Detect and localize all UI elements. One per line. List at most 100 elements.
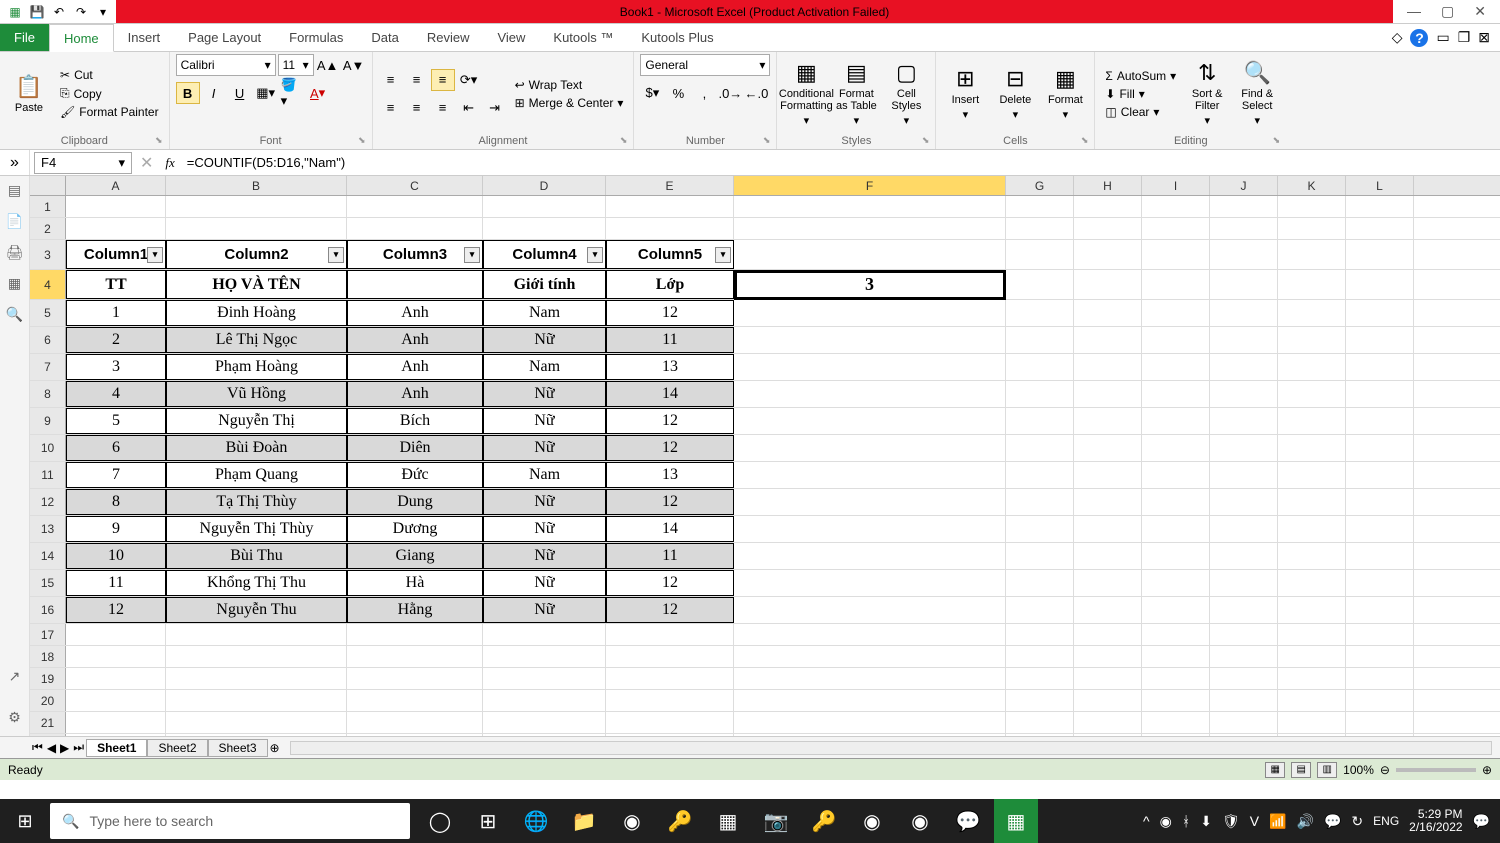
cell[interactable]: [1006, 712, 1074, 733]
increase-decimal-button[interactable]: .0→: [718, 82, 742, 104]
cell[interactable]: [1006, 489, 1074, 515]
cell[interactable]: Đinh Hoàng: [166, 300, 347, 326]
cell[interactable]: TT: [66, 270, 166, 299]
cell[interactable]: [166, 196, 347, 217]
cell[interactable]: [1006, 408, 1074, 434]
tab-view[interactable]: View: [483, 24, 539, 51]
cell[interactable]: [606, 734, 734, 736]
cell-styles-button[interactable]: ▢Cell Styles▾: [883, 59, 929, 129]
app-icon[interactable]: ◉: [850, 799, 894, 843]
cell[interactable]: [1346, 196, 1414, 217]
cell[interactable]: [1074, 690, 1142, 711]
cell[interactable]: [1142, 240, 1210, 269]
column-header-E[interactable]: E: [606, 176, 734, 195]
cell[interactable]: [1278, 270, 1346, 299]
cell[interactable]: [1074, 624, 1142, 645]
cell[interactable]: Nữ: [483, 327, 606, 353]
cell[interactable]: [1278, 218, 1346, 239]
cell[interactable]: [166, 690, 347, 711]
tab-formulas[interactable]: Formulas: [275, 24, 357, 51]
cell[interactable]: [347, 646, 483, 667]
cell[interactable]: 2: [66, 327, 166, 353]
cell[interactable]: [1278, 408, 1346, 434]
cell[interactable]: Nữ: [483, 408, 606, 434]
bluetooth-icon[interactable]: ᚼ: [1182, 813, 1190, 829]
cell[interactable]: [1278, 354, 1346, 380]
cell[interactable]: [1142, 327, 1210, 353]
cell[interactable]: [1346, 668, 1414, 689]
cell[interactable]: [483, 690, 606, 711]
cell[interactable]: [1346, 646, 1414, 667]
cell[interactable]: [1142, 354, 1210, 380]
cell[interactable]: [1278, 734, 1346, 736]
cell[interactable]: Giang: [347, 543, 483, 569]
cell[interactable]: [1006, 462, 1074, 488]
cell[interactable]: 4: [66, 381, 166, 407]
delete-cells-button[interactable]: ⊟Delete▾: [992, 59, 1038, 129]
cell[interactable]: [1074, 734, 1142, 736]
border-button[interactable]: ▦▾: [254, 82, 278, 104]
find-select-button[interactable]: 🔍Find & Select▾: [1234, 59, 1280, 129]
cell[interactable]: [1278, 381, 1346, 407]
cell[interactable]: [66, 196, 166, 217]
zoom-out-button[interactable]: ⊖: [1380, 763, 1390, 777]
side-expand-icon[interactable]: »: [0, 150, 30, 175]
row-header[interactable]: 7: [30, 354, 66, 380]
save-icon[interactable]: 💾: [28, 3, 46, 21]
cell[interactable]: 11: [606, 543, 734, 569]
tray-icon[interactable]: ◉: [1160, 813, 1172, 830]
cell[interactable]: [734, 300, 1006, 326]
cell[interactable]: [1346, 270, 1414, 299]
cell[interactable]: [1074, 668, 1142, 689]
undo-icon[interactable]: ↶: [50, 3, 68, 21]
cell[interactable]: [1006, 516, 1074, 542]
zoom-in-button[interactable]: ⊕: [1482, 763, 1492, 777]
cell[interactable]: [1346, 712, 1414, 733]
cell[interactable]: [347, 668, 483, 689]
cell[interactable]: [66, 624, 166, 645]
decrease-indent-button[interactable]: ⇤: [457, 97, 481, 119]
ribbon-restore-icon[interactable]: ❐: [1458, 29, 1471, 46]
view-layout-button[interactable]: ▤: [1291, 762, 1311, 778]
cortana-icon[interactable]: ◯: [418, 799, 462, 843]
cell[interactable]: [1074, 270, 1142, 299]
cell[interactable]: [1006, 218, 1074, 239]
cell[interactable]: Anh: [347, 381, 483, 407]
cell[interactable]: 12: [606, 489, 734, 515]
cell[interactable]: 1: [66, 300, 166, 326]
cell[interactable]: [1074, 516, 1142, 542]
tab-kutools[interactable]: Kutools ™: [539, 24, 627, 51]
cell[interactable]: [1006, 381, 1074, 407]
side-icon[interactable]: ▤: [8, 182, 21, 199]
cell[interactable]: 11: [606, 327, 734, 353]
cell[interactable]: [1278, 462, 1346, 488]
cell[interactable]: [1278, 712, 1346, 733]
align-right-button[interactable]: ≡: [431, 97, 455, 119]
column-header-D[interactable]: D: [483, 176, 606, 195]
cell[interactable]: [606, 196, 734, 217]
cell[interactable]: [1210, 570, 1278, 596]
cell[interactable]: Column4▾: [483, 240, 606, 269]
cell[interactable]: [1346, 543, 1414, 569]
cell[interactable]: [1074, 435, 1142, 461]
fill-color-button[interactable]: 🪣▾: [280, 82, 304, 104]
cell[interactable]: Bích: [347, 408, 483, 434]
cell[interactable]: [1142, 668, 1210, 689]
select-all-button[interactable]: [30, 176, 66, 195]
row-header[interactable]: 12: [30, 489, 66, 515]
cell[interactable]: 14: [606, 516, 734, 542]
formula-input[interactable]: [183, 153, 1500, 172]
cell[interactable]: Tạ Thị Thùy: [166, 489, 347, 515]
tab-page-layout[interactable]: Page Layout: [174, 24, 275, 51]
percent-button[interactable]: %: [666, 82, 690, 104]
cell[interactable]: [1278, 196, 1346, 217]
excel-taskbar-icon[interactable]: ▦: [994, 799, 1038, 843]
cell[interactable]: [1346, 435, 1414, 461]
cell[interactable]: [1006, 435, 1074, 461]
cell[interactable]: Vũ Hồng: [166, 381, 347, 407]
cell[interactable]: [166, 646, 347, 667]
ribbon-collapse-icon[interactable]: ◇: [1392, 29, 1403, 46]
cell[interactable]: [1142, 597, 1210, 623]
cell[interactable]: 7: [66, 462, 166, 488]
tab-insert[interactable]: Insert: [114, 24, 175, 51]
